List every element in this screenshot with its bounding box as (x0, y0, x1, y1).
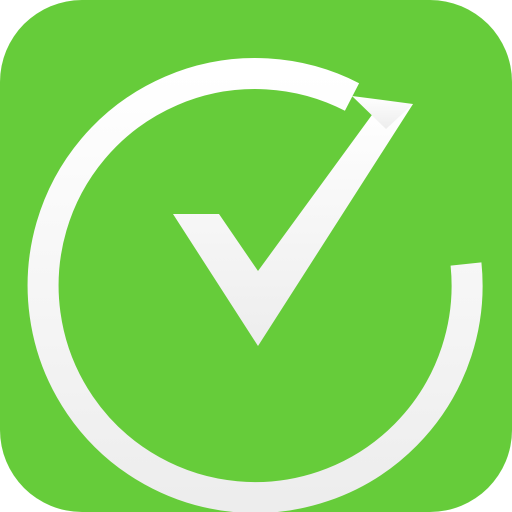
app-icon[interactable] (0, 0, 512, 512)
check-circle-icon (27, 58, 483, 512)
check-mark-icon (173, 104, 413, 346)
